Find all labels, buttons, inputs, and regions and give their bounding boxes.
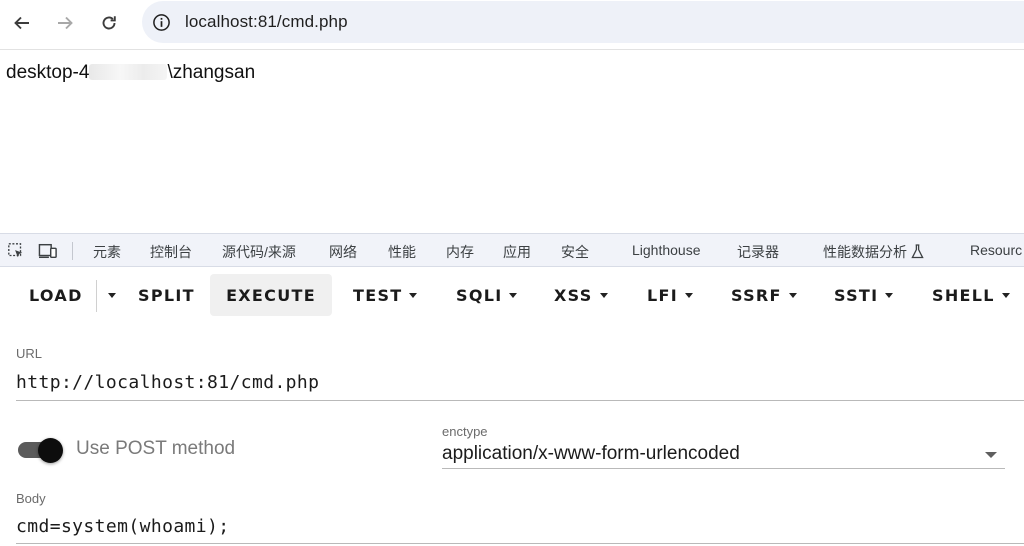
address-bar-url: localhost:81/cmd.php (185, 12, 348, 31)
ssrf-menu-button[interactable]: SSRF (731, 274, 797, 316)
url-field[interactable]: http://localhost:81/cmd.php (16, 372, 319, 393)
reload-icon (102, 16, 116, 30)
command-output: desktop-4 \zhangsan (6, 62, 255, 84)
browser-toolbar: localhost:81/cmd.php (0, 0, 1024, 46)
tab-memory[interactable]: 内存 (446, 242, 474, 262)
ssrf-menu-label: SSRF (731, 285, 782, 305)
chevron-down-icon (1001, 292, 1010, 298)
lfi-menu-label: LFI (647, 285, 678, 305)
chevron-down-icon (684, 292, 693, 298)
chevron-down-icon (788, 292, 797, 298)
arrow-right-icon (58, 16, 73, 30)
device-toolbar-icon[interactable] (38, 241, 58, 261)
load-divider (96, 280, 97, 312)
site-info-icon[interactable] (150, 11, 172, 33)
post-method-label: Use POST method (76, 438, 236, 459)
inspect-element-icon[interactable] (6, 241, 26, 261)
flask-icon (911, 244, 924, 259)
split-button[interactable]: SPLIT (138, 274, 195, 316)
body-field[interactable]: cmd=system(whoami); (16, 516, 230, 537)
execute-button-label: EXECUTE (226, 285, 316, 305)
enctype-underline (442, 468, 1005, 469)
url-field-label: URL (16, 346, 43, 361)
arrow-left-icon (14, 16, 29, 30)
load-button-label: LOAD (29, 285, 83, 305)
output-hostname: desktop-4 (6, 62, 90, 83)
tab-network[interactable]: 网络 (329, 242, 357, 262)
ssti-menu-button[interactable]: SSTI (834, 274, 894, 316)
enctype-label: enctype (442, 424, 488, 439)
tab-application[interactable]: 应用 (503, 242, 531, 262)
devtools-tabbar: 元素 控制台 源代码/来源 网络 性能 内存 应用 安全 Lighthouse … (0, 233, 1024, 267)
tab-console[interactable]: 控制台 (150, 242, 192, 262)
shell-menu-button[interactable]: SHELL (932, 274, 1010, 316)
chevron-down-icon (885, 292, 894, 298)
load-dropdown-button[interactable] (101, 274, 116, 316)
tab-performance-insights[interactable]: 性能数据分析 (823, 242, 924, 262)
body-field-underline (16, 543, 1024, 544)
tab-elements[interactable]: 元素 (93, 242, 121, 262)
load-button[interactable]: LOAD (29, 274, 83, 316)
tab-performance[interactable]: 性能 (388, 242, 416, 262)
execute-button[interactable]: EXECUTE (210, 274, 332, 316)
chevron-down-icon (509, 292, 518, 298)
ssti-menu-label: SSTI (834, 285, 879, 305)
output-username: \zhangsan (167, 62, 256, 83)
xss-menu-button[interactable]: XSS (554, 274, 608, 316)
xss-menu-label: XSS (554, 285, 593, 305)
body-field-label: Body (16, 491, 46, 506)
test-menu-button[interactable]: TEST (353, 274, 418, 316)
tab-resources[interactable]: Resourc (970, 242, 1022, 258)
reload-button[interactable] (95, 9, 123, 37)
post-method-toggle-knob[interactable] (38, 438, 63, 463)
chevron-down-icon (599, 292, 608, 298)
shell-menu-label: SHELL (932, 285, 995, 305)
back-button[interactable] (8, 9, 36, 37)
enctype-select[interactable]: application/x-www-form-urlencoded (442, 443, 740, 465)
forward-button[interactable] (51, 9, 79, 37)
tab-sources[interactable]: 源代码/来源 (222, 242, 296, 262)
lfi-menu-button[interactable]: LFI (647, 274, 693, 316)
tab-recorder[interactable]: 记录器 (737, 242, 779, 262)
tab-lighthouse[interactable]: Lighthouse (632, 242, 701, 258)
chevron-down-icon (108, 292, 116, 298)
url-field-underline (16, 400, 1024, 401)
address-bar[interactable]: localhost:81/cmd.php (142, 1, 1024, 43)
tab-performance-insights-label: 性能数据分析 (823, 244, 907, 260)
test-menu-label: TEST (353, 285, 403, 305)
sqli-menu-label: SQLI (456, 285, 503, 305)
redacted-region (89, 64, 168, 80)
dropdown-arrow-icon[interactable] (985, 452, 997, 458)
sqli-menu-button[interactable]: SQLI (456, 274, 518, 316)
devtools-divider (72, 242, 73, 260)
tab-security[interactable]: 安全 (561, 242, 589, 262)
chevron-down-icon (409, 292, 418, 298)
split-button-label: SPLIT (138, 285, 195, 305)
chrome-divider (0, 49, 1024, 50)
hackbar-toolbar: LOAD SPLIT EXECUTE TEST SQLI XSS LFI SSR… (0, 272, 1024, 318)
